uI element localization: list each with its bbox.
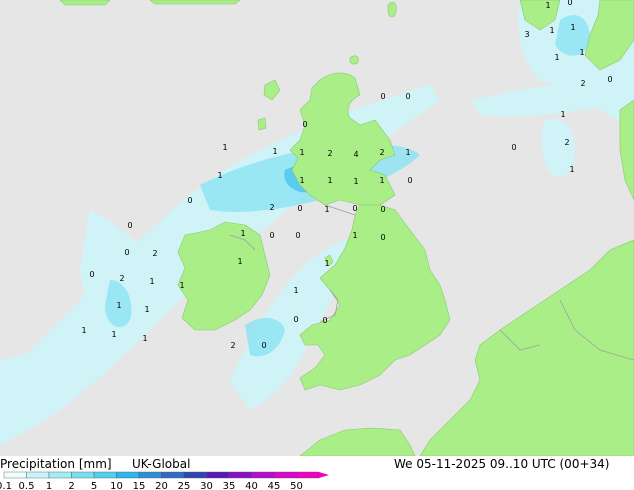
precip-value-label: 2 xyxy=(152,249,157,258)
precip-value-label: 3 xyxy=(524,30,529,39)
legend-swatch xyxy=(3,471,27,479)
precip-value-label: 0 xyxy=(352,204,357,213)
legend-tick-label: 1 xyxy=(46,481,52,490)
precip-value-label: 1 xyxy=(144,305,149,314)
legend-tick-label: 30 xyxy=(200,481,213,490)
precip-value-label: 1 xyxy=(324,205,329,214)
precip-value-label: 1 xyxy=(81,326,86,335)
precip-value-label: 0 xyxy=(607,75,612,84)
legend-tick-label: 2 xyxy=(68,481,74,490)
precip-value-label: 1 xyxy=(293,286,298,295)
precip-value-label: 1 xyxy=(149,277,154,286)
precip-value-label: 1 xyxy=(579,48,584,57)
precip-value-label: 2 xyxy=(269,203,274,212)
precip-value-label: 1 xyxy=(352,231,357,240)
legend-tick-label: 40 xyxy=(245,481,258,490)
map-svg: 1 0 1 1 3 1 1 2 0 0 0 1 0 2 1 1 0 1 1 2 4 2 1 1 1 1 1 0 1 0 2 0 1 0 0 1 0 0 1 0… xyxy=(0,0,634,457)
precip-value-label: 0 xyxy=(380,92,385,101)
legend-tick-label: 10 xyxy=(110,481,123,490)
precip-value-label: 1 xyxy=(217,171,222,180)
legend-swatch xyxy=(161,471,185,479)
precip-value-label: 2 xyxy=(327,149,332,158)
precip-value-label: 1 xyxy=(405,148,410,157)
legend-tick-label: 45 xyxy=(268,481,281,490)
precip-value-label: 1 xyxy=(554,53,559,62)
legend-tick-label: 15 xyxy=(133,481,146,490)
precip-value-label: 1 xyxy=(299,176,304,185)
precip-value-label: 1 xyxy=(549,26,554,35)
legend-swatch xyxy=(93,471,117,479)
precip-value-label: 1 xyxy=(299,148,304,157)
precip-value-label: 0 xyxy=(187,196,192,205)
precip-value-label: 1 xyxy=(237,257,242,266)
precip-value-label: 1 xyxy=(272,147,277,156)
precip-value-label: 0 xyxy=(322,316,327,325)
precip-value-label: 1 xyxy=(327,176,332,185)
legend-tick-label: 0.1 xyxy=(0,481,12,490)
precipitation-map: 1 0 1 1 3 1 1 2 0 0 0 1 0 2 1 1 0 1 1 2 4 2 1 1 1 1 1 0 1 0 2 0 1 0 0 1 0 0 1 0… xyxy=(0,0,634,457)
precip-value-label: 1 xyxy=(570,23,575,32)
precip-value-label: 0 xyxy=(405,92,410,101)
precip-value-label: 1 xyxy=(179,281,184,290)
precip-value-label: 4 xyxy=(353,150,358,159)
map-title: Precipitation [mm] xyxy=(0,457,112,471)
legend-swatch xyxy=(273,471,297,479)
precip-value-label: 1 xyxy=(545,1,550,10)
precip-value-label: 2 xyxy=(230,341,235,350)
precip-value-label: 2 xyxy=(379,148,384,157)
legend-overflow-arrow xyxy=(319,472,329,478)
precip-value-label: 2 xyxy=(580,79,585,88)
precip-value-label: 0 xyxy=(302,120,307,129)
precip-value-label: 2 xyxy=(564,138,569,147)
legend-tick-label: 35 xyxy=(223,481,236,490)
precip-value-label: 0 xyxy=(293,315,298,324)
legend-swatch xyxy=(116,471,140,479)
precip-value-label: 0 xyxy=(297,204,302,213)
precip-value-label: 1 xyxy=(353,177,358,186)
precip-value-label: 1 xyxy=(324,259,329,268)
precip-value-label: 1 xyxy=(222,143,227,152)
precip-value-label: 0 xyxy=(269,231,274,240)
precip-value-label: 0 xyxy=(89,270,94,279)
valid-time: We 05-11-2025 09..10 UTC (00+34) xyxy=(394,457,610,471)
precip-value-label: 0 xyxy=(127,221,132,230)
precip-value-label: 2 xyxy=(119,274,124,283)
precip-value-label: 0 xyxy=(380,205,385,214)
legend-swatch xyxy=(228,471,252,479)
legend-tick-label: 25 xyxy=(178,481,191,490)
legend-tick-label: 0.5 xyxy=(19,481,35,490)
precip-value-label: 1 xyxy=(116,301,121,310)
legend-swatch xyxy=(48,471,72,479)
precip-value-label: 0 xyxy=(407,176,412,185)
legend-ticks: 0.10.5125101520253035404550 xyxy=(0,481,303,490)
legend-swatch xyxy=(206,471,230,479)
legend-swatch xyxy=(296,471,320,479)
model-name: UK-Global xyxy=(132,457,191,471)
legend-swatch xyxy=(138,471,162,479)
precip-value-label: 1 xyxy=(560,110,565,119)
legend-tick-label: 20 xyxy=(155,481,168,490)
precip-value-label: 1 xyxy=(111,330,116,339)
legend-swatch xyxy=(71,471,95,479)
footer: Precipitation [mm] UK-Global We 05-11-20… xyxy=(0,456,634,490)
precip-value-label: 0 xyxy=(511,143,516,152)
precip-value-label: 1 xyxy=(240,229,245,238)
legend-swatch xyxy=(251,471,275,479)
precip-value-label: 1 xyxy=(569,165,574,174)
precip-value-label: 0 xyxy=(567,0,572,7)
legend-swatch xyxy=(183,471,207,479)
precip-value-label: 0 xyxy=(295,231,300,240)
precip-value-label: 0 xyxy=(380,233,385,242)
precip-value-label: 1 xyxy=(142,334,147,343)
color-legend: 0.10.5125101520253035404550 xyxy=(0,471,329,490)
legend-tick-label: 5 xyxy=(91,481,97,490)
legend-tick-label: 50 xyxy=(290,481,303,490)
precip-value-label: 0 xyxy=(261,341,266,350)
precip-value-label: 1 xyxy=(379,176,384,185)
legend-swatch xyxy=(26,471,50,479)
precip-value-label: 0 xyxy=(124,248,129,257)
legend-swatches xyxy=(3,471,329,479)
